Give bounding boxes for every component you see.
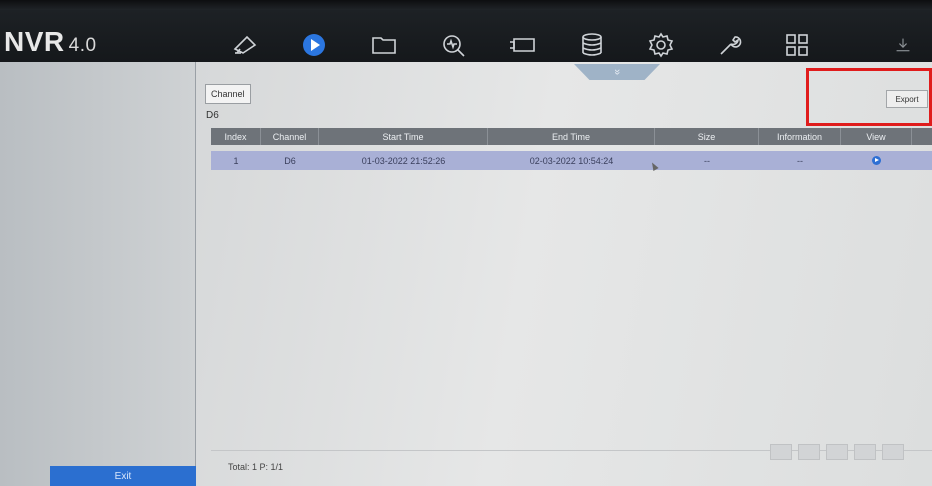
last-page-button[interactable] (854, 444, 876, 460)
main-content: » Channel D6 Export Index Channel Start … (196, 62, 932, 486)
gear-icon[interactable] (644, 30, 678, 60)
next-page-button[interactable] (826, 444, 848, 460)
cell-index: 1 (233, 155, 239, 166)
column-header-spacer (912, 128, 932, 145)
left-panel (0, 62, 196, 486)
column-header-size[interactable]: Size (655, 128, 759, 145)
cell-end-time: 02-03-2022 10:54:24 (529, 155, 614, 166)
export-button[interactable]: Export (886, 90, 928, 108)
prev-page-button[interactable] (798, 444, 820, 460)
top-menu-bar: NVR 4.0 (0, 0, 932, 62)
app-logo: NVR 4.0 (4, 28, 97, 56)
cell-size: -- (704, 155, 710, 166)
maintenance-wrench-icon[interactable] (713, 30, 747, 60)
cell-channel: D6 (284, 155, 296, 166)
cell-information: -- (797, 155, 803, 166)
file-management-icon[interactable] (367, 30, 401, 60)
live-view-camera-icon[interactable] (228, 30, 262, 60)
total-count: Total: 1 P: 1/1 (228, 462, 284, 472)
chevron-down-icon: » (611, 68, 623, 76)
playback-icon[interactable] (297, 30, 331, 60)
storage-icon[interactable] (575, 30, 609, 60)
cell-view (841, 151, 912, 170)
table-header: Index Channel Start Time End Time Size I… (211, 128, 932, 145)
column-header-start-time[interactable]: Start Time (319, 128, 488, 145)
column-header-channel[interactable]: Channel (261, 128, 319, 145)
grid-icon[interactable] (780, 30, 814, 60)
column-header-index[interactable]: Index (211, 128, 261, 145)
collapse-toggle-button[interactable]: » (574, 64, 660, 80)
play-icon[interactable] (872, 156, 881, 165)
logo-version: 4.0 (68, 35, 97, 56)
camera-icon[interactable] (505, 30, 539, 60)
screen-bezel (0, 0, 932, 10)
exit-button[interactable]: Exit (50, 466, 196, 486)
pagination (770, 444, 904, 460)
cell-start-time: 01-03-2022 21:52:26 (361, 155, 446, 166)
selected-channel: D6 (206, 110, 219, 121)
download-icon[interactable] (893, 30, 913, 60)
table-row[interactable]: 1 D6 01-03-2022 21:52:26 02-03-2022 10:5… (211, 151, 932, 170)
column-header-information[interactable]: Information (759, 128, 841, 145)
logo-text: NVR (4, 26, 65, 57)
channel-button[interactable]: Channel (205, 84, 251, 104)
column-header-end-time[interactable]: End Time (488, 128, 655, 145)
column-header-view[interactable]: View (841, 128, 912, 145)
first-page-button[interactable] (770, 444, 792, 460)
search-icon[interactable] (436, 30, 470, 60)
page-input[interactable] (882, 444, 904, 460)
